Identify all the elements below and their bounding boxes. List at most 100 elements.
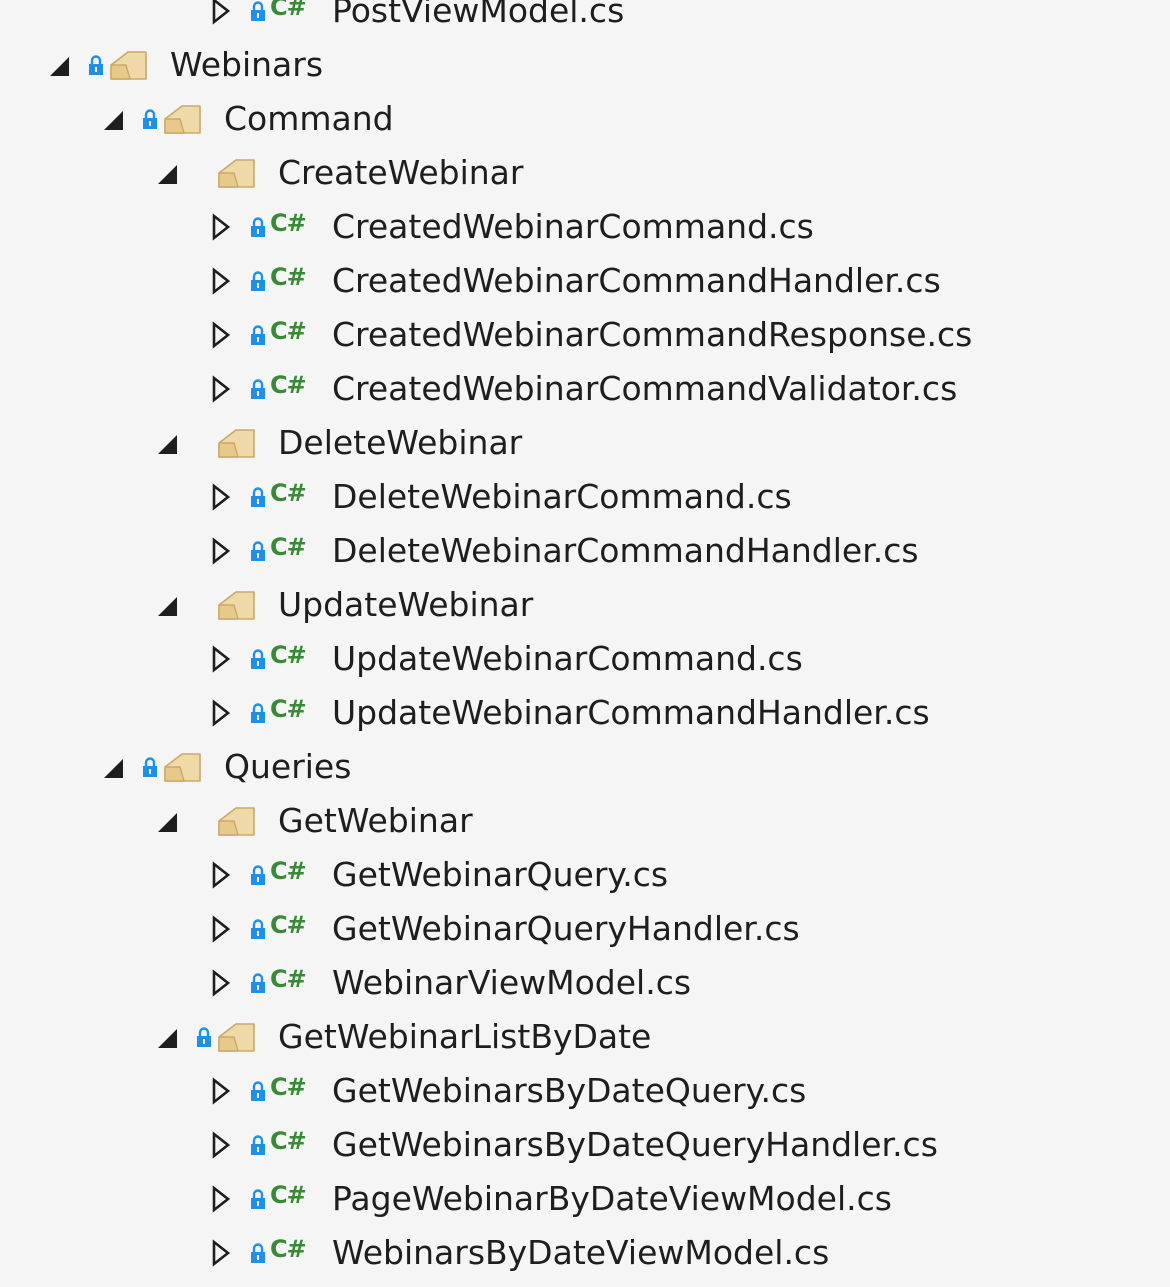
folder-label[interactable]: Command (224, 92, 394, 146)
csharp-file-icon: C# (270, 533, 307, 561)
tree-file-row[interactable]: C# GetWebinarQuery.cs (0, 848, 1170, 902)
folder-label[interactable]: Webinars (170, 38, 323, 92)
expanded-arrow-icon[interactable] (104, 759, 123, 778)
collapsed-arrow-icon[interactable] (210, 321, 232, 349)
csharp-file-icon: C# (270, 857, 307, 885)
collapsed-arrow-icon[interactable] (210, 1131, 232, 1159)
tree-folder-row[interactable]: GetWebinarListByDate (0, 1010, 1170, 1064)
tree-file-row[interactable]: C# UpdateWebinarCommandHandler.cs (0, 686, 1170, 740)
tree-file-row[interactable]: C# GetWebinarsByDateQuery.cs (0, 1064, 1170, 1118)
csharp-file-icon: C# (270, 371, 307, 399)
tree-file-row[interactable]: C# WebinarsByDateViewModel.cs (0, 1226, 1170, 1280)
folder-label[interactable]: UpdateWebinar (278, 578, 533, 632)
collapsed-arrow-icon[interactable] (210, 0, 232, 25)
collapsed-arrow-icon[interactable] (210, 1077, 232, 1105)
expanded-arrow-icon[interactable] (158, 1029, 177, 1048)
csharp-file-icon: C# (270, 1235, 307, 1263)
lock-icon (251, 541, 265, 561)
tree-folder-row[interactable]: CreateWebinar (0, 146, 1170, 200)
tree-folder-row[interactable]: Command (0, 92, 1170, 146)
folder-label[interactable]: GetWebinar (278, 794, 473, 848)
collapsed-arrow-icon[interactable] (210, 969, 232, 997)
tree-file-row[interactable]: C# WebinarViewModel.cs (0, 956, 1170, 1010)
file-label[interactable]: CreatedWebinarCommandResponse.cs (332, 308, 972, 362)
tree-file-row[interactable]: C# CreatedWebinarCommandHandler.cs (0, 254, 1170, 308)
collapsed-arrow-icon[interactable] (210, 267, 232, 295)
tree-folder-row[interactable]: GetWebinar (0, 794, 1170, 848)
expanded-arrow-icon[interactable] (158, 597, 177, 616)
expanded-arrow-icon[interactable] (50, 57, 69, 76)
lock-icon (251, 379, 265, 399)
open-folder-icon (218, 1023, 255, 1052)
file-label[interactable]: GetWebinarQueryHandler.cs (332, 902, 800, 956)
tree-folder-row[interactable]: DeleteWebinar (0, 416, 1170, 470)
collapsed-arrow-icon[interactable] (210, 1185, 232, 1213)
lock-icon (89, 55, 103, 75)
expanded-arrow-icon[interactable] (104, 111, 123, 130)
csharp-file-icon: C# (270, 209, 307, 237)
collapsed-arrow-icon[interactable] (210, 483, 232, 511)
folder-label[interactable]: CreateWebinar (278, 146, 523, 200)
file-label[interactable]: CreatedWebinarCommandHandler.cs (332, 254, 941, 308)
csharp-file-icon: C# (270, 317, 307, 345)
collapsed-arrow-icon[interactable] (210, 213, 232, 241)
file-label[interactable]: GetWebinarQuery.cs (332, 848, 668, 902)
file-label[interactable]: GetWebinarsByDateQuery.cs (332, 1064, 806, 1118)
tree-folder-row[interactable]: UpdateWebinar (0, 578, 1170, 632)
lock-icon (143, 757, 157, 777)
folder-label[interactable]: DeleteWebinar (278, 416, 522, 470)
file-label[interactable]: PageWebinarByDateViewModel.cs (332, 1172, 892, 1226)
lock-icon (251, 1243, 265, 1263)
open-folder-icon (164, 753, 201, 782)
folder-label[interactable]: GetWebinarListByDate (278, 1010, 651, 1064)
csharp-file-icon: C# (270, 1181, 307, 1209)
csharp-file-icon: C# (270, 911, 307, 939)
tree-file-row[interactable]: C# DeleteWebinarCommandHandler.cs (0, 524, 1170, 578)
collapsed-arrow-icon[interactable] (210, 915, 232, 943)
expanded-arrow-icon[interactable] (158, 813, 177, 832)
lock-icon (251, 973, 265, 993)
lock-icon (251, 919, 265, 939)
collapsed-arrow-icon[interactable] (210, 375, 232, 403)
file-label[interactable]: PostViewModel.cs (332, 0, 624, 38)
csharp-file-icon: C# (270, 0, 307, 21)
lock-icon (143, 109, 157, 129)
file-label[interactable]: WebinarsByDateViewModel.cs (332, 1226, 829, 1280)
file-label[interactable]: GetWebinarsByDateQueryHandler.cs (332, 1118, 938, 1172)
open-folder-icon (164, 105, 201, 134)
file-label[interactable]: UpdateWebinarCommand.cs (332, 632, 803, 686)
lock-icon (251, 649, 265, 669)
expanded-arrow-icon[interactable] (158, 435, 177, 454)
collapsed-arrow-icon[interactable] (210, 537, 232, 565)
file-label[interactable]: CreatedWebinarCommand.cs (332, 200, 814, 254)
tree-file-row[interactable]: C# PageWebinarByDateViewModel.cs (0, 1172, 1170, 1226)
tree-file-row[interactable]: C# CreatedWebinarCommandValidator.cs (0, 362, 1170, 416)
tree-file-row[interactable]: C# DeleteWebinarCommand.cs (0, 470, 1170, 524)
file-label[interactable]: DeleteWebinarCommand.cs (332, 470, 792, 524)
collapsed-arrow-icon[interactable] (210, 645, 232, 673)
lock-icon (251, 1135, 265, 1155)
file-label[interactable]: DeleteWebinarCommandHandler.cs (332, 524, 919, 578)
tree-file-row[interactable]: C# GetWebinarsByDateQueryHandler.cs (0, 1118, 1170, 1172)
csharp-file-icon: C# (270, 263, 307, 291)
collapsed-arrow-icon[interactable] (210, 1239, 232, 1267)
tree-file-row[interactable]: C# CreatedWebinarCommandResponse.cs (0, 308, 1170, 362)
tree-file-row[interactable]: C# GetWebinarQueryHandler.cs (0, 902, 1170, 956)
tree-folder-row[interactable]: Webinars (0, 38, 1170, 92)
open-folder-icon (218, 159, 255, 188)
tree-file-row[interactable]: C# UpdateWebinarCommand.cs (0, 632, 1170, 686)
tree-file-row[interactable]: C# PostViewModel.cs (0, 0, 1170, 38)
collapsed-arrow-icon[interactable] (210, 861, 232, 889)
expanded-arrow-icon[interactable] (158, 165, 177, 184)
lock-icon (251, 325, 265, 345)
tree-folder-row[interactable]: Queries (0, 740, 1170, 794)
csharp-file-icon: C# (270, 695, 307, 723)
tree-file-row[interactable]: C# CreatedWebinarCommand.cs (0, 200, 1170, 254)
collapsed-arrow-icon[interactable] (210, 699, 232, 727)
file-label[interactable]: WebinarViewModel.cs (332, 956, 691, 1010)
folder-label[interactable]: Queries (224, 740, 351, 794)
lock-icon (251, 217, 265, 237)
lock-icon (251, 487, 265, 507)
file-label[interactable]: CreatedWebinarCommandValidator.cs (332, 362, 957, 416)
file-label[interactable]: UpdateWebinarCommandHandler.cs (332, 686, 930, 740)
